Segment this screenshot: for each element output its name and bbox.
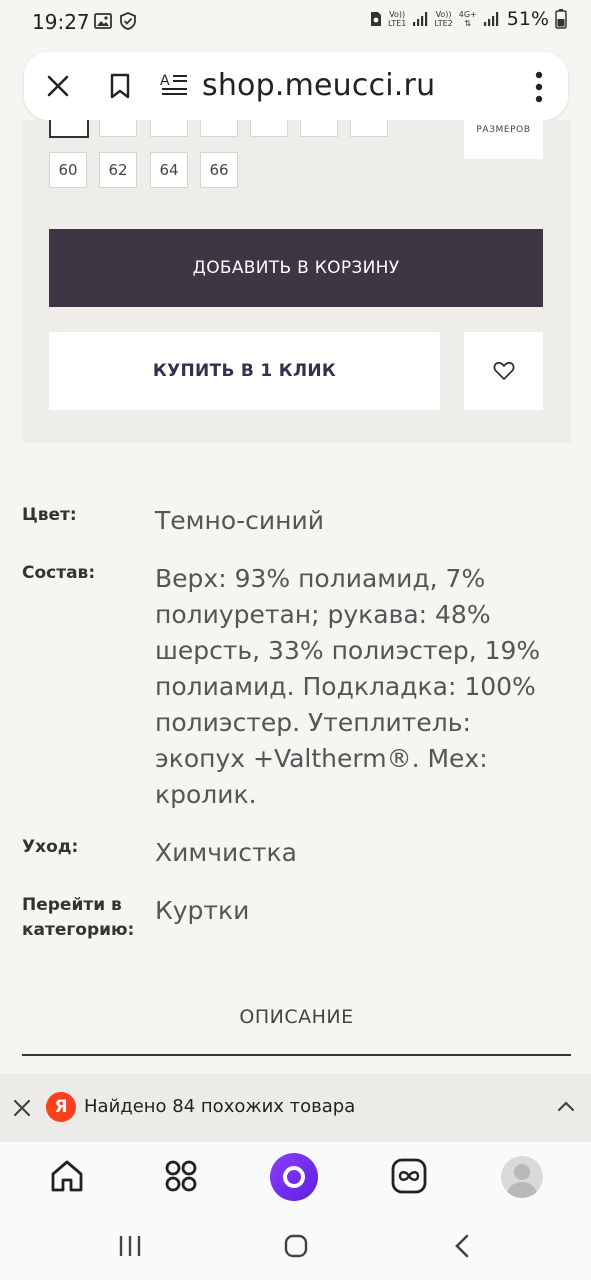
composition-label: Состав: xyxy=(22,563,96,583)
chevron-up-icon[interactable] xyxy=(557,1100,575,1112)
size-option[interactable] xyxy=(99,120,137,137)
profile-avatar[interactable] xyxy=(501,1156,543,1198)
browser-bottom-nav xyxy=(0,1142,591,1210)
sim2-network: Vo)) LTE2 xyxy=(434,10,453,28)
home-icon xyxy=(51,1160,83,1192)
add-to-cart-button[interactable]: ДОБАВИТЬ В КОРЗИНУ xyxy=(49,229,543,307)
svg-text:A: A xyxy=(160,73,170,89)
grid-icon xyxy=(165,1160,197,1192)
size-option[interactable] xyxy=(150,120,188,137)
size-option[interactable] xyxy=(300,120,338,137)
network-type: 4G+ ⇅ xyxy=(458,10,477,28)
system-nav-bar xyxy=(0,1210,591,1280)
size-option[interactable] xyxy=(250,120,288,137)
size-option[interactable] xyxy=(200,120,238,137)
recents-button[interactable] xyxy=(115,1232,145,1260)
size-option[interactable] xyxy=(350,120,388,137)
shield-check-icon xyxy=(120,12,136,30)
care-value: Химчистка xyxy=(155,838,297,867)
bookmark-icon[interactable] xyxy=(108,72,132,100)
category-link[interactable]: Куртки xyxy=(155,893,565,929)
alice-icon xyxy=(283,1166,305,1188)
heart-icon xyxy=(493,361,514,380)
composition-value: Верх: 93% полиамид, 7% полиуретан; рукав… xyxy=(155,564,541,809)
color-label: Цвет: xyxy=(22,505,77,525)
size-option-62[interactable]: 62 xyxy=(99,152,137,188)
similar-products-banner[interactable]: Я Найдено 84 похожих товара xyxy=(0,1074,591,1142)
size-table-button[interactable]: РАЗМЕРОВ xyxy=(464,120,543,159)
recents-icon xyxy=(119,1236,141,1256)
home-button[interactable] xyxy=(47,1156,87,1196)
back-button[interactable] xyxy=(447,1232,477,1260)
size-option-60[interactable]: 60 xyxy=(49,152,87,188)
battery-icon xyxy=(555,9,567,29)
home-system-button[interactable] xyxy=(281,1232,311,1260)
alice-assistant-button[interactable] xyxy=(270,1153,318,1201)
tabs-switcher-button[interactable] xyxy=(389,1156,429,1196)
signal-icon xyxy=(413,12,428,26)
infinity-tabs-icon xyxy=(391,1158,427,1194)
tabs-grid-button[interactable] xyxy=(161,1156,201,1196)
color-value: Темно-синий xyxy=(155,506,325,535)
status-bar: 19:27 Vo)) LTE1 Vo)) LTE2 4G+ ⇅ 51% xyxy=(0,0,591,48)
sim1-network: Vo)) LTE1 xyxy=(387,10,407,28)
browser-address-bar: A shop.meucci.ru xyxy=(24,52,568,120)
close-icon[interactable] xyxy=(12,1098,32,1118)
size-option-64[interactable]: 64 xyxy=(150,152,188,188)
size-table-label: РАЗМЕРОВ xyxy=(476,125,531,135)
size-option-selected[interactable] xyxy=(49,120,89,138)
buy-one-click-button[interactable]: КУПИТЬ В 1 КЛИК xyxy=(49,332,440,410)
status-time: 19:27 xyxy=(32,10,90,34)
home-circle-icon xyxy=(284,1234,308,1258)
avatar-icon xyxy=(506,1164,538,1198)
more-vert-icon[interactable] xyxy=(534,70,544,104)
battery-percent: 51% xyxy=(506,8,549,30)
tab-description[interactable]: ОПИСАНИЕ xyxy=(22,1006,571,1028)
similar-products-text: Найдено 84 похожих товара xyxy=(84,1096,356,1117)
size-option-66[interactable]: 66 xyxy=(200,152,238,188)
category-label: Перейти в категорию: xyxy=(22,895,135,940)
image-icon xyxy=(94,13,112,29)
url-text[interactable]: shop.meucci.ru xyxy=(202,68,435,103)
reader-mode-icon[interactable]: A xyxy=(160,72,188,100)
sim-icon xyxy=(370,12,381,26)
favorite-button[interactable] xyxy=(464,332,543,410)
signal-icon xyxy=(483,12,498,26)
yandex-logo: Я xyxy=(46,1092,76,1122)
close-icon[interactable] xyxy=(44,72,72,100)
tab-underline xyxy=(22,1054,571,1056)
care-label: Уход: xyxy=(22,837,79,857)
back-chevron-icon xyxy=(455,1234,469,1258)
